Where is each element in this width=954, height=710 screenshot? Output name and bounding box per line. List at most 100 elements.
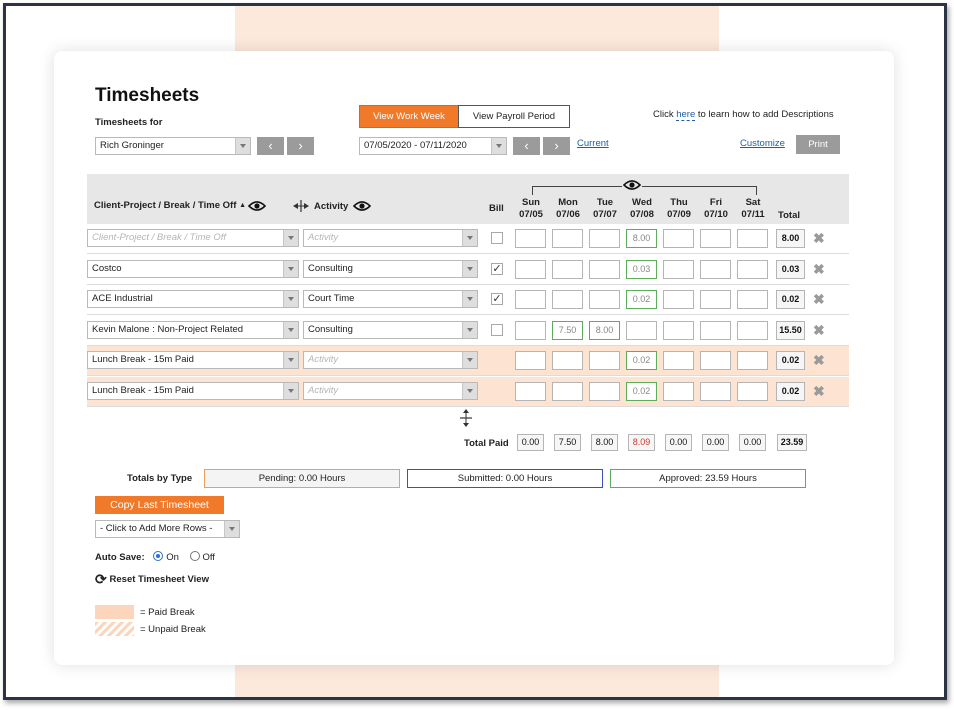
date-range-select[interactable]: 07/05/2020 - 07/11/2020	[359, 137, 507, 155]
hours-input-thu[interactable]	[663, 381, 694, 401]
copy-last-timesheet-button[interactable]: Copy Last Timesheet	[95, 496, 224, 514]
current-week-link[interactable]: Current	[577, 138, 609, 149]
hours-input-sun[interactable]	[515, 320, 546, 340]
hours-input-sun[interactable]	[515, 290, 546, 309]
close-icon[interactable]: ✖	[813, 292, 825, 306]
hours-input-fri[interactable]	[700, 290, 731, 309]
hours-input-thu[interactable]	[663, 320, 694, 340]
next-week-button[interactable]: ›	[543, 137, 570, 155]
activity-select[interactable]: Activity	[303, 351, 478, 369]
hours-input-sat[interactable]	[737, 381, 768, 401]
prev-week-button[interactable]: ‹	[513, 137, 540, 155]
auto-save-off-radio[interactable]	[189, 551, 200, 561]
close-icon[interactable]: ✖	[813, 262, 825, 276]
page-title: Timesheets	[95, 85, 200, 106]
hours-input-sat[interactable]	[737, 320, 768, 340]
hours-input-sun[interactable]	[515, 351, 546, 370]
reset-view-button[interactable]: ⟳ Reset Timesheet View	[95, 571, 209, 588]
eye-icon[interactable]	[353, 201, 371, 211]
close-icon[interactable]: ✖	[813, 384, 825, 398]
row-resize-icon[interactable]	[458, 409, 474, 427]
hours-input-mon[interactable]: 7.50	[552, 320, 583, 340]
day-header-mon: Mon 07/06	[552, 197, 584, 221]
hours-input-wed[interactable]	[626, 320, 657, 340]
next-employee-button[interactable]: ›	[287, 137, 314, 155]
hours-input-thu[interactable]	[663, 229, 694, 248]
hours-input-mon[interactable]	[552, 381, 583, 401]
eye-icon[interactable]	[623, 180, 641, 190]
print-button[interactable]: Print	[796, 135, 840, 154]
hours-input-wed[interactable]: 8.00	[626, 229, 657, 248]
hours-input-wed[interactable]: 0.02	[626, 351, 657, 370]
hours-input-tue[interactable]	[589, 259, 620, 279]
hours-input-thu[interactable]	[663, 259, 694, 279]
close-icon[interactable]: ✖	[813, 353, 825, 367]
hours-input-mon[interactable]	[552, 351, 583, 370]
hours-input-wed[interactable]: 0.02	[626, 290, 657, 309]
day-name: Sat	[745, 197, 761, 208]
hours-input-tue[interactable]	[589, 351, 620, 370]
column-resize-icon[interactable]	[292, 200, 310, 212]
day-name: Wed	[632, 197, 652, 208]
hours-input-tue[interactable]	[589, 381, 620, 401]
hours-input-tue[interactable]	[589, 290, 620, 309]
bill-checkbox[interactable]: ✓	[491, 262, 503, 275]
hours-input-sat[interactable]	[737, 290, 768, 309]
hours-input-sun[interactable]	[515, 259, 546, 279]
hours-input-tue[interactable]: 8.00	[589, 320, 620, 340]
hours-input-sat[interactable]	[737, 229, 768, 248]
activity-select[interactable]: Consulting	[303, 259, 478, 278]
view-work-week-toggle[interactable]: View Work Week	[359, 105, 459, 128]
prev-employee-button[interactable]: ‹	[257, 137, 284, 155]
hours-input-wed[interactable]: 0.03	[626, 259, 657, 279]
activity-select[interactable]: Consulting	[303, 320, 478, 339]
hours-input-thu[interactable]	[663, 290, 694, 309]
activity-header[interactable]: Activity	[314, 201, 348, 212]
customize-link[interactable]: Customize	[740, 138, 785, 149]
client-project-select[interactable]: Costco	[87, 259, 299, 278]
hours-input-sat[interactable]	[737, 259, 768, 279]
hours-input-fri[interactable]	[700, 351, 731, 370]
view-payroll-period-toggle[interactable]: View Payroll Period	[458, 105, 570, 128]
activity-select[interactable]: Court Time	[303, 290, 478, 308]
bill-checkbox[interactable]	[491, 323, 503, 336]
hours-input-fri[interactable]	[700, 381, 731, 401]
activity-select[interactable]: Activity	[303, 381, 478, 400]
hours-input-thu[interactable]	[663, 351, 694, 370]
client-project-select[interactable]: Client-Project / Break / Time Off	[87, 229, 299, 247]
chevron-down-icon	[283, 382, 298, 399]
client-project-select[interactable]: Lunch Break - 15m Paid	[87, 351, 299, 369]
add-rows-select[interactable]: - Click to Add More Rows -	[95, 520, 240, 538]
day-header-fri: Fri 07/10	[700, 197, 732, 221]
close-icon[interactable]: ✖	[813, 231, 825, 245]
reset-view-label: Reset Timesheet View	[109, 574, 209, 585]
hours-input-tue[interactable]	[589, 229, 620, 248]
hours-input-sun[interactable]	[515, 229, 546, 248]
hours-input-fri[interactable]	[700, 259, 731, 279]
help-link[interactable]: here	[676, 109, 696, 121]
hours-input-fri[interactable]	[700, 229, 731, 248]
day-name: Tue	[596, 197, 614, 208]
hours-input-sun[interactable]	[515, 381, 546, 401]
client-project-select[interactable]: Kevin Malone : Non-Project Related	[87, 320, 299, 339]
hours-input-sat[interactable]	[737, 351, 768, 370]
hours-input-wed[interactable]: 0.02	[626, 381, 657, 401]
day-name: Thu	[670, 197, 688, 208]
eye-icon[interactable]	[248, 201, 266, 211]
client-project-header[interactable]: Client-Project / Break / Time Off ▲	[94, 200, 246, 211]
client-project-select[interactable]: Lunch Break - 15m Paid	[87, 381, 299, 400]
table-row: Costco Consulting ✓ 0.03 0.03 ✖	[87, 255, 849, 285]
bill-checkbox[interactable]: ✓	[491, 293, 503, 305]
client-project-select[interactable]: ACE Industrial	[87, 290, 299, 308]
close-icon[interactable]: ✖	[813, 323, 825, 337]
auto-save-on-radio[interactable]	[153, 551, 164, 561]
day-date: 07/08	[630, 209, 654, 220]
activity-select[interactable]: Activity	[303, 229, 478, 247]
hours-input-mon[interactable]	[552, 229, 583, 248]
total-paid-thu: 0.00	[665, 434, 692, 451]
hours-input-mon[interactable]	[552, 259, 583, 279]
bill-checkbox[interactable]	[491, 232, 503, 244]
hours-input-fri[interactable]	[700, 320, 731, 340]
employee-select[interactable]: Rich Groninger	[95, 137, 251, 155]
hours-input-mon[interactable]	[552, 290, 583, 309]
